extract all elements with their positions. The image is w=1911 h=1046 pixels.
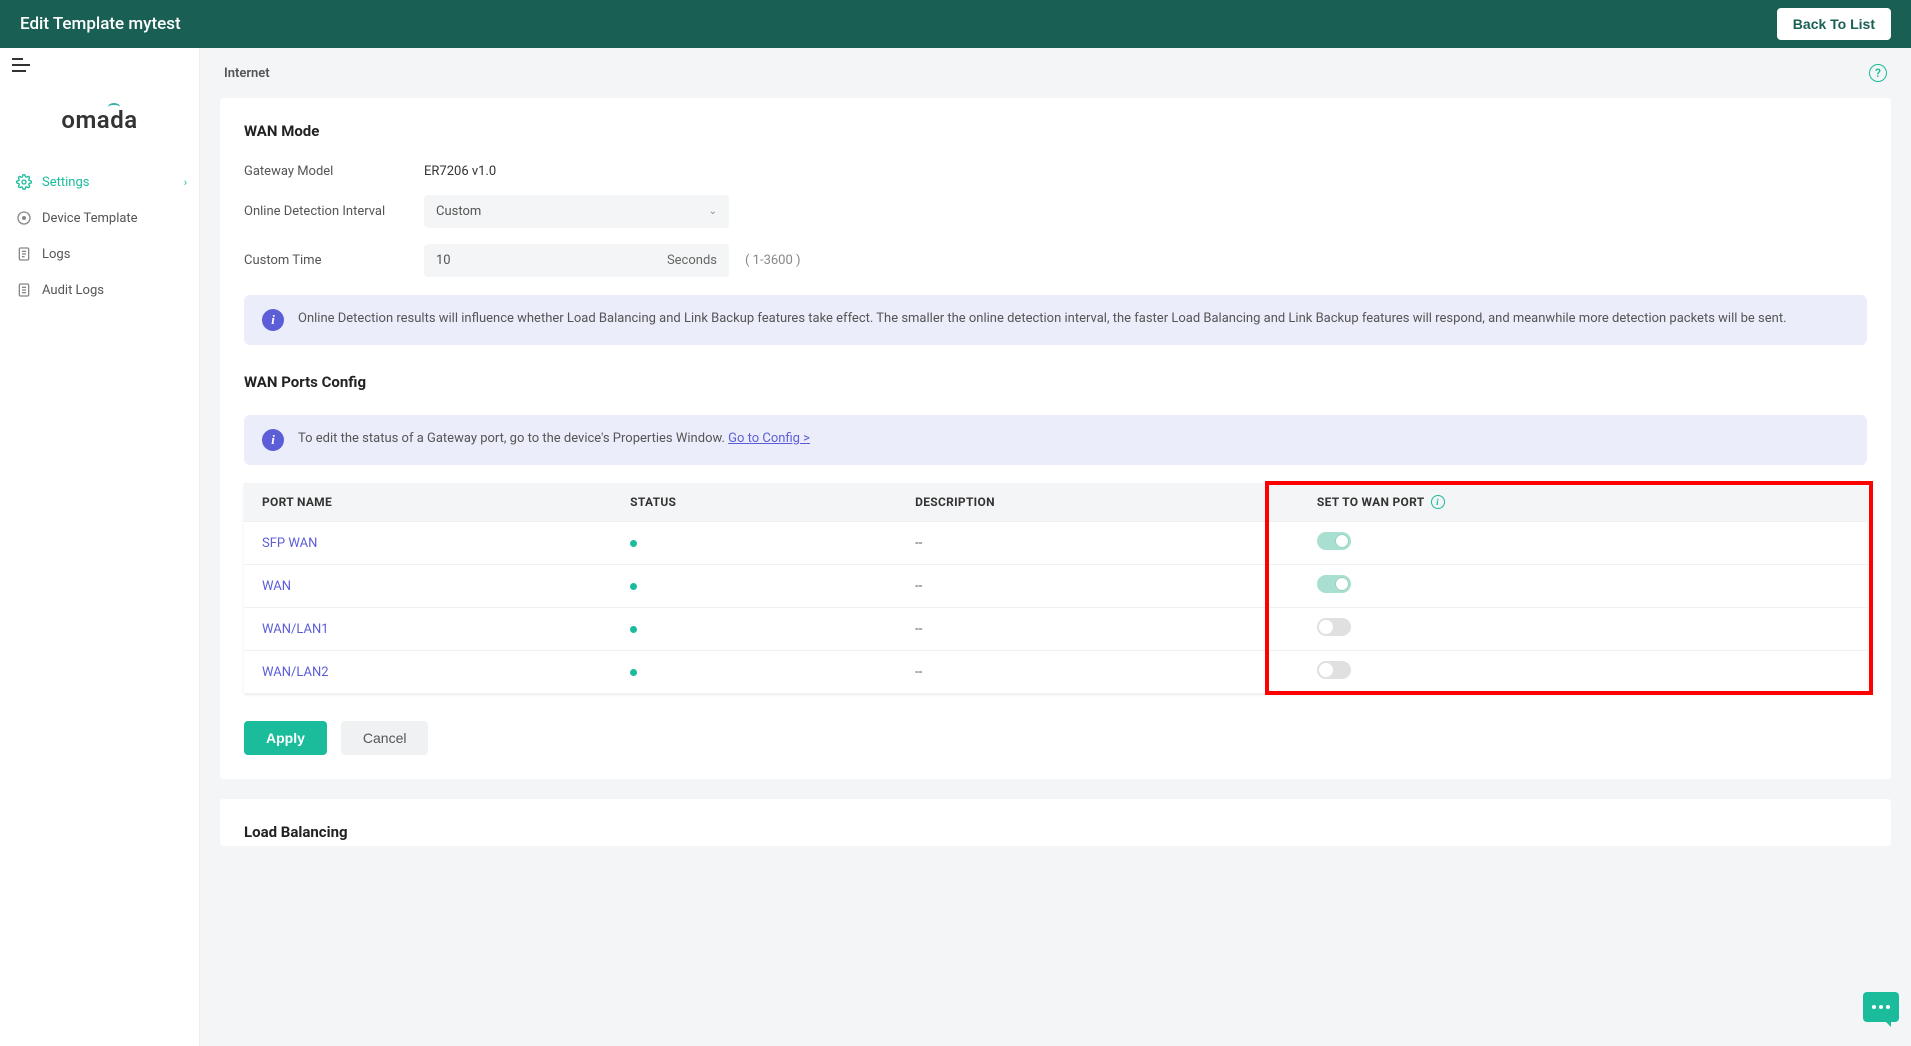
top-header: Edit Template mytest Back To List: [0, 0, 1911, 48]
th-set-wan: SET TO WAN PORT i: [1299, 483, 1867, 522]
gateway-model-label: Gateway Model: [244, 164, 424, 179]
th-status: STATUS: [612, 483, 897, 522]
wan-ports-title: WAN Ports Config: [244, 373, 1867, 391]
go-to-config-link[interactable]: Go to Config >: [728, 431, 810, 446]
custom-time-value: 10: [436, 253, 451, 268]
port-status: [612, 651, 897, 694]
port-status: [612, 565, 897, 608]
ports-info-banner: i To edit the status of a Gateway port, …: [244, 415, 1867, 465]
sidebar-item-device-template[interactable]: Device Template: [0, 200, 199, 236]
sidebar-item-label: Logs: [42, 247, 70, 262]
port-description: --: [897, 651, 1299, 694]
back-to-list-button[interactable]: Back To List: [1777, 8, 1891, 40]
ports-info-text: To edit the status of a Gateway port, go…: [298, 431, 728, 446]
th-description: DESCRIPTION: [897, 483, 1299, 522]
port-status: [612, 608, 897, 651]
table-row: WAN/LAN2 --: [244, 651, 1867, 694]
port-name-link[interactable]: WAN/LAN2: [244, 651, 612, 694]
port-name-link[interactable]: SFP WAN: [244, 522, 612, 565]
brand-logo: omada: [0, 86, 199, 164]
sidebar-item-audit-logs[interactable]: Audit Logs: [0, 272, 199, 308]
gateway-model-value: ER7206 v1.0: [424, 164, 496, 179]
detection-interval-select[interactable]: Custom ⌄: [424, 195, 729, 228]
load-balancing-card: Load Balancing: [220, 799, 1891, 846]
sidebar-item-label: Settings: [42, 175, 89, 190]
page-title-header: Edit Template mytest: [20, 14, 181, 34]
target-icon: [16, 210, 32, 226]
port-description: --: [897, 522, 1299, 565]
status-dot-icon: [630, 669, 637, 676]
info-icon: i: [262, 309, 284, 331]
sidebar-item-logs[interactable]: Logs: [0, 236, 199, 272]
port-name-link[interactable]: WAN: [244, 565, 612, 608]
port-wan-toggle-cell: [1299, 608, 1867, 651]
content-title: Internet: [224, 66, 270, 81]
sidebar-item-settings[interactable]: Settings ›: [0, 164, 199, 200]
wan-toggle[interactable]: [1317, 532, 1351, 550]
detection-interval-value: Custom: [436, 204, 481, 219]
detection-interval-label: Online Detection Interval: [244, 204, 424, 219]
table-row: WAN/LAN1 --: [244, 608, 1867, 651]
custom-time-unit: Seconds: [667, 253, 717, 268]
port-status: [612, 522, 897, 565]
list-icon: [16, 282, 32, 298]
custom-time-hint: ( 1-3600 ): [745, 253, 801, 268]
wan-toggle[interactable]: [1317, 575, 1351, 593]
brand-text: omada: [61, 106, 137, 134]
wan-toggle[interactable]: [1317, 661, 1351, 679]
sidebar: omada Settings › Device Template Logs: [0, 48, 200, 1046]
gear-icon: [16, 174, 32, 190]
th-port-name: PORT NAME: [244, 483, 612, 522]
port-description: --: [897, 608, 1299, 651]
port-wan-toggle-cell: [1299, 651, 1867, 694]
table-row: WAN --: [244, 565, 1867, 608]
info-icon: i: [262, 429, 284, 451]
status-dot-icon: [630, 626, 637, 633]
file-icon: [16, 246, 32, 262]
table-row: SFP WAN --: [244, 522, 1867, 565]
port-wan-toggle-cell: [1299, 565, 1867, 608]
menu-toggle[interactable]: [0, 48, 199, 86]
port-description: --: [897, 565, 1299, 608]
hamburger-icon: [12, 58, 30, 72]
port-wan-toggle-cell: [1299, 522, 1867, 565]
cancel-button[interactable]: Cancel: [341, 721, 429, 755]
help-icon[interactable]: ?: [1869, 64, 1887, 82]
wan-ports-table: PORT NAME STATUS DESCRIPTION SET TO WAN …: [244, 483, 1867, 693]
status-dot-icon: [630, 583, 637, 590]
wan-toggle[interactable]: [1317, 618, 1351, 636]
sidebar-item-label: Audit Logs: [42, 283, 104, 298]
chat-bubble[interactable]: [1863, 992, 1899, 1022]
port-name-link[interactable]: WAN/LAN1: [244, 608, 612, 651]
custom-time-input[interactable]: 10 Seconds: [424, 244, 729, 277]
custom-time-label: Custom Time: [244, 253, 424, 268]
wan-card: WAN Mode Gateway Model ER7206 v1.0 Onlin…: [220, 98, 1891, 779]
chevron-down-icon: ⌄: [709, 206, 717, 217]
detection-info-text: Online Detection results will influence …: [298, 309, 1787, 330]
sidebar-item-label: Device Template: [42, 211, 138, 226]
status-dot-icon: [630, 540, 637, 547]
info-small-icon[interactable]: i: [1431, 495, 1445, 509]
apply-button[interactable]: Apply: [244, 721, 327, 755]
detection-info-banner: i Online Detection results will influenc…: [244, 295, 1867, 345]
chevron-right-icon: ›: [184, 176, 187, 189]
main-content: Internet ? WAN Mode Gateway Model ER7206…: [200, 48, 1911, 1046]
load-balancing-title: Load Balancing: [244, 823, 1867, 841]
ports-table-container: PORT NAME STATUS DESCRIPTION SET TO WAN …: [244, 483, 1867, 693]
wan-mode-title: WAN Mode: [244, 122, 1867, 140]
